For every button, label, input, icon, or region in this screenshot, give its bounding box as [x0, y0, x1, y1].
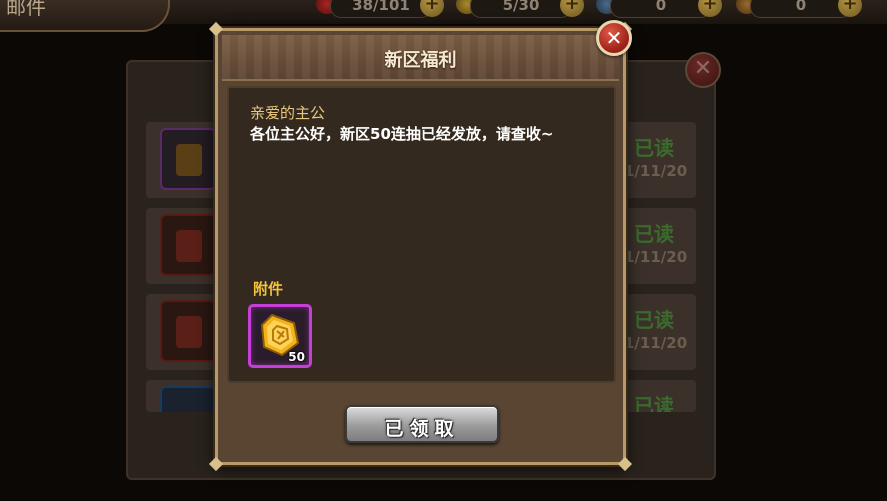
mail-date: 1/11/20: [624, 248, 688, 266]
gem-value: 0: [610, 0, 712, 18]
mail-thumb: [160, 128, 216, 190]
energy-value: 5/30: [470, 0, 572, 18]
coin-value: 0: [750, 0, 852, 18]
mail-thumb: [160, 300, 216, 362]
mail-content-box: 亲爱的主公 各位主公好，新区50连抽已经发放，请查收~ 附件 50: [227, 86, 616, 383]
mail-panel-close-icon[interactable]: ✕: [685, 52, 721, 88]
mail-thumb: [160, 386, 216, 412]
mail-status: 已读: [634, 222, 674, 246]
mail-date: 1/11/20: [624, 162, 688, 180]
attachment-item-slot[interactable]: 50: [248, 304, 312, 368]
screen-title-text: 邮件: [6, 0, 46, 19]
attachment-label: 附件: [253, 280, 284, 298]
mail-greeting: 亲爱的主公: [250, 104, 326, 122]
frame-corner: [208, 21, 224, 37]
close-dialog-button[interactable]: ✕: [596, 20, 632, 56]
mail-detail-dialog: 新区福利 亲爱的主公 各位主公好，新区50连抽已经发放，请查收~ 附件 50 已…: [208, 21, 633, 472]
dialog-header: 新区福利: [222, 35, 619, 81]
screen-title: 邮件: [0, 0, 170, 32]
mail-date: 1/11/20: [624, 334, 688, 352]
claimed-button[interactable]: 已领取: [345, 405, 499, 443]
mail-status: 已读: [634, 308, 674, 332]
dialog-title: 新区福利: [384, 50, 457, 71]
close-icon: ✕: [605, 26, 623, 50]
mail-status: 已读: [634, 136, 674, 160]
attachment-count: 50: [288, 350, 305, 364]
mail-status: 已读: [634, 394, 674, 412]
claimed-button-label: 已领取: [384, 418, 460, 440]
stamina-value: 38/101: [330, 0, 432, 18]
game-screen: 邮件 38/101 + 5/30 + 0 + 0 + ✕ 已读 1/11/20 …: [0, 0, 887, 501]
mail-message: 各位主公好，新区50连抽已经发放，请查收~: [250, 125, 554, 143]
mail-thumb: [160, 214, 216, 276]
